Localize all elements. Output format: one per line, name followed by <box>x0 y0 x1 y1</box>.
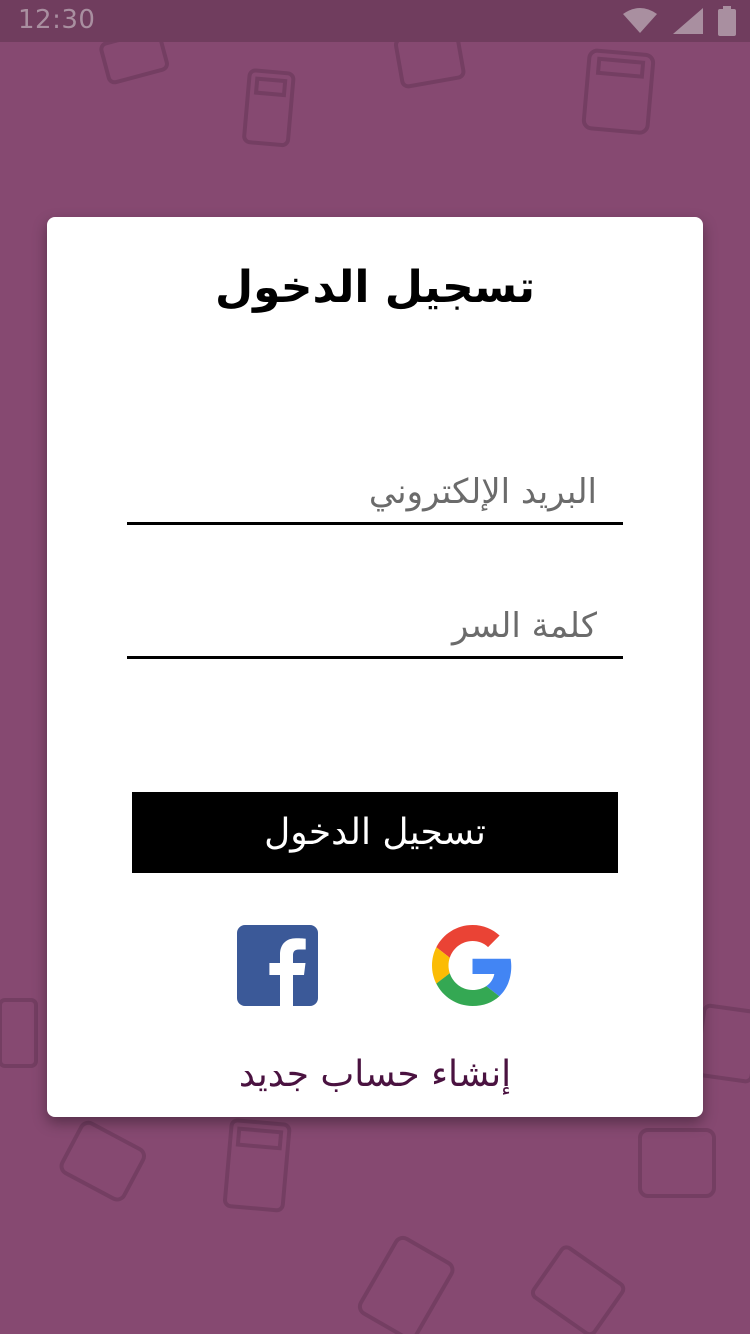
facebook-icon <box>237 925 318 1006</box>
create-account-link[interactable]: إنشاء حساب جديد <box>0 1054 750 1095</box>
signal-icon <box>673 8 703 34</box>
google-login-button[interactable] <box>432 925 513 1006</box>
google-icon <box>432 925 512 1006</box>
wifi-icon <box>623 8 657 33</box>
email-field-container <box>127 462 623 525</box>
battery-icon <box>718 6 736 36</box>
login-screen: 12:30 تسجيل الدخول تسجيل الدخول <box>0 0 750 1334</box>
password-field-container <box>127 596 623 659</box>
password-field[interactable] <box>127 596 623 656</box>
facebook-login-button[interactable] <box>237 925 318 1006</box>
page-title: تسجيل الدخول <box>214 262 536 313</box>
status-time: 12:30 <box>18 5 96 35</box>
email-field[interactable] <box>127 462 623 522</box>
login-card <box>47 217 703 1117</box>
status-icons <box>622 6 736 36</box>
status-bar: 12:30 <box>0 0 750 42</box>
login-button[interactable]: تسجيل الدخول <box>132 792 618 873</box>
